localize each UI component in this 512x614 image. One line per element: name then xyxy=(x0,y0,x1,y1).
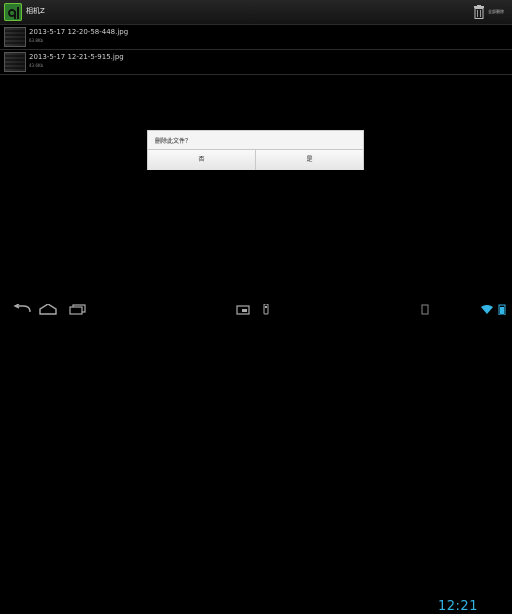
trash-icon[interactable] xyxy=(473,5,485,19)
battery-icon xyxy=(498,304,506,315)
home-icon[interactable] xyxy=(38,304,58,315)
list-item[interactable]: 2013-5-17 12-21-5-915.jpg 43.6Kb xyxy=(0,50,512,75)
file-size: 63.8Kb xyxy=(29,38,44,43)
file-thumbnail xyxy=(4,52,26,72)
system-nav-bar: 12:21 xyxy=(0,299,512,614)
no-button[interactable]: 否 xyxy=(148,150,256,170)
file-thumbnail xyxy=(4,27,26,47)
app-title: 相机Z xyxy=(26,7,45,15)
screenshot-icon[interactable] xyxy=(236,304,250,315)
delete-all-button[interactable]: 全部删除 xyxy=(488,9,504,15)
clock: 12:21 xyxy=(438,599,478,614)
recent-apps-icon[interactable] xyxy=(68,304,88,315)
dialog-message: 删除此文件？ xyxy=(155,138,192,145)
action-bar: 相机Z 全部删除 xyxy=(0,0,512,25)
file-size: 43.6Kb xyxy=(29,63,44,68)
camera-app-icon[interactable] xyxy=(4,3,22,21)
sd-card-icon xyxy=(421,304,429,315)
back-icon[interactable] xyxy=(10,304,32,315)
file-name: 2013-5-17 12-20-58-448.jpg xyxy=(29,28,129,36)
yes-button[interactable]: 是 xyxy=(256,150,363,170)
wifi-icon xyxy=(481,305,493,314)
file-name: 2013-5-17 12-21-5-915.jpg xyxy=(29,53,124,61)
delete-confirm-dialog: 删除此文件？ 否 是 xyxy=(147,130,364,170)
list-item[interactable]: 2013-5-17 12-20-58-448.jpg 63.8Kb xyxy=(0,25,512,50)
file-list: 2013-5-17 12-20-58-448.jpg 63.8Kb 2013-5… xyxy=(0,25,512,75)
usb-notification-icon[interactable] xyxy=(262,304,270,315)
